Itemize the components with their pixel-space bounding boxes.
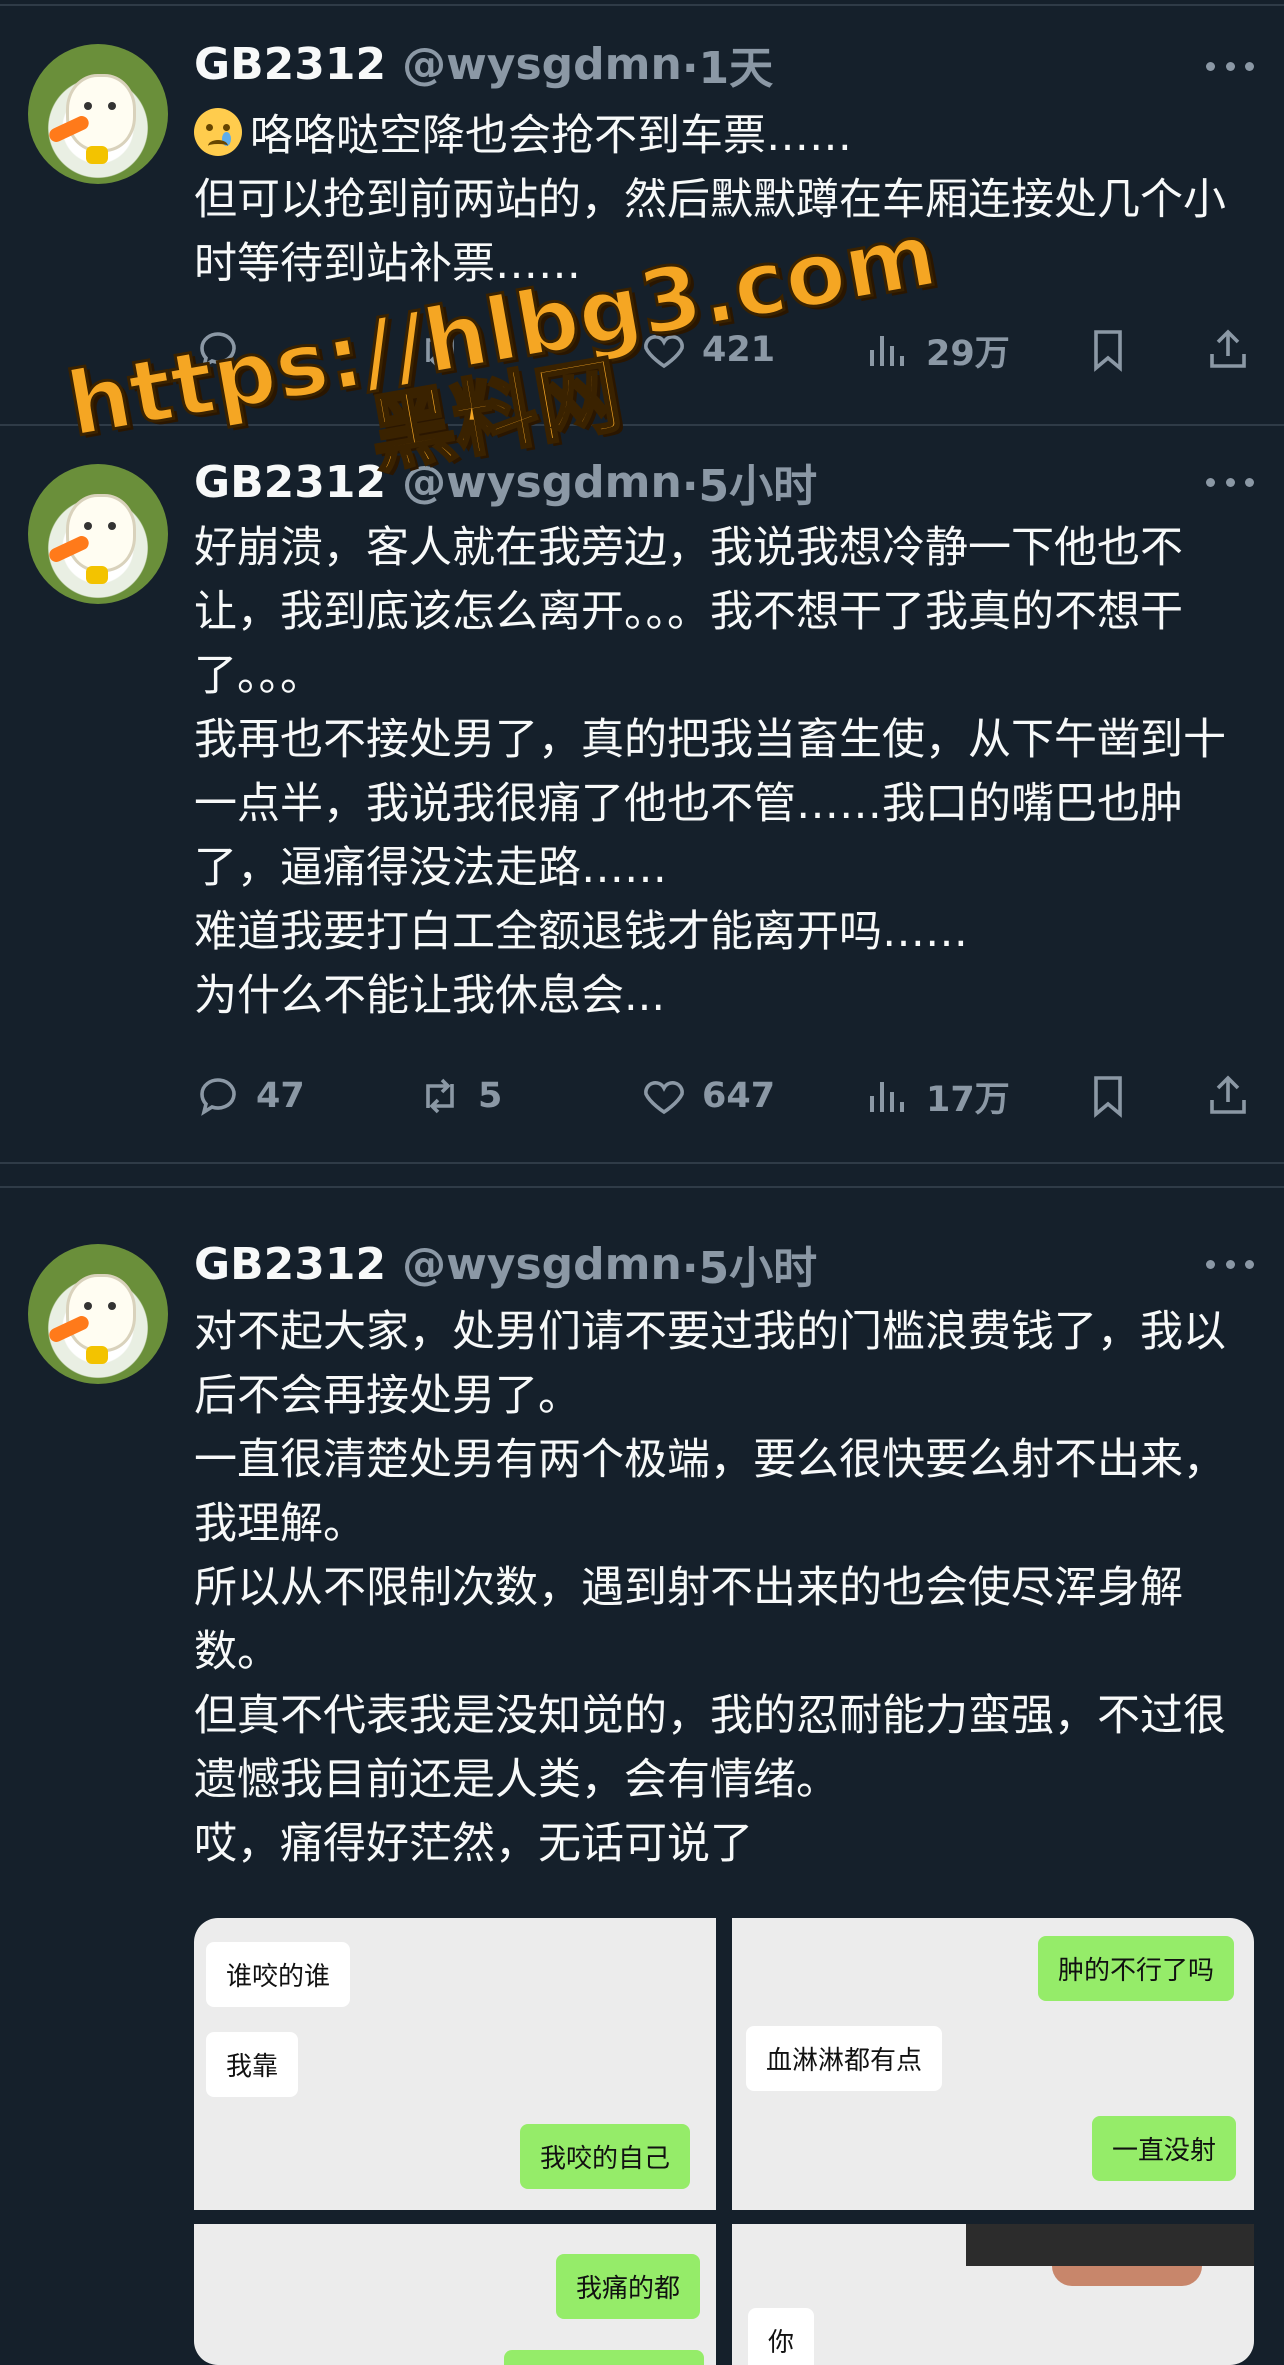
reply-icon	[200, 1078, 236, 1116]
chat-bubble-left: 血淋淋都有点	[746, 2026, 943, 2091]
tweet-line: 所以从不限制次数，遇到射不出来的也会使尽浑身解数。	[194, 1563, 1183, 1677]
timestamp[interactable]: ·5小时	[682, 1232, 817, 1296]
chat-bubble-right: 我咬的自己	[520, 2124, 691, 2189]
tweet-divider	[0, 1162, 1284, 1164]
reply-button[interactable]: 47	[194, 1066, 305, 1126]
user-handle[interactable]: @wysgdmn	[402, 39, 682, 90]
chat-screenshot-2[interactable]: 肿的不行了吗 血淋淋都有点 一直没射	[732, 1918, 1254, 2210]
views-button[interactable]: 17万	[864, 1066, 1010, 1126]
crying-face-emoji-icon	[194, 108, 242, 156]
view-count: 17万	[926, 1079, 1010, 1120]
chat-bubble-right: 肿的不行了吗	[1038, 1936, 1235, 2001]
chat-bubble-left: 我靠	[206, 2032, 299, 2097]
timestamp[interactable]: ·5小时	[682, 450, 817, 514]
display-name[interactable]: GB2312	[194, 457, 386, 508]
tweet-line: 好崩溃，客人就在我旁边，我说我想冷静一下他也不让，我到底该怎么离开。。。我不想干…	[194, 523, 1183, 701]
retweet-count: 5	[478, 1076, 503, 1116]
media-gallery[interactable]: 谁咬的谁 我靠 我咬的自己 肿的不行了吗 血淋淋都有点 一直没射 我痛的都 你	[194, 1918, 1254, 2365]
bookmark-icon	[1094, 1076, 1122, 1118]
more-options-icon[interactable]	[1206, 472, 1254, 492]
like-count: 647	[702, 1076, 776, 1116]
views-button[interactable]: 29万	[864, 320, 1010, 380]
more-options-icon[interactable]	[1206, 56, 1254, 76]
tweet-line: 为什么不能让我休息会...	[194, 971, 666, 1021]
view-count: 29万	[926, 333, 1010, 374]
display-name[interactable]: GB2312	[194, 1239, 386, 1290]
more-options-icon[interactable]	[1206, 1254, 1254, 1274]
display-name[interactable]: GB2312	[194, 39, 386, 90]
chat-screenshot-1[interactable]: 谁咬的谁 我靠 我咬的自己	[194, 1918, 716, 2210]
share-button[interactable]	[1204, 1066, 1252, 1126]
tweet-line: 咯咯哒空降也会抢不到车票……	[250, 111, 852, 161]
analytics-icon	[870, 1082, 904, 1112]
bookmark-button[interactable]	[1084, 1066, 1132, 1126]
share-icon	[1210, 329, 1246, 368]
chat-bubble-left: 你	[748, 2308, 815, 2365]
tweet-line: 哎，痛得好茫然，无话可说了	[194, 1819, 753, 1869]
user-handle[interactable]: @wysgdmn	[402, 1239, 682, 1290]
tweet-header: GB2312 @wysgdmn ·5小时	[194, 1236, 817, 1295]
retweet-icon	[426, 1078, 454, 1114]
tweet-actions: 47 5 647 17万	[194, 1066, 1264, 1126]
tweet-text: 好崩溃，客人就在我旁边，我说我想冷静一下他也不让，我到底该怎么离开。。。我不想干…	[194, 516, 1260, 1028]
heart-icon	[644, 1081, 684, 1115]
tweet-line: 我再也不接处男了，真的把我当畜生使，从下午凿到十一点半，我说我很痛了他也不管………	[194, 715, 1226, 893]
share-icon	[1210, 1075, 1246, 1114]
chat-screenshot-3[interactable]: 我痛的都	[194, 2224, 716, 2365]
tweet-line: 但真不代表我是没知觉的，我的忍耐能力蛮强，不过很遗憾我目前还是人类，会有情绪。	[194, 1691, 1226, 1805]
tweet-line: 难道我要打白工全额退钱才能离开吗……	[194, 907, 968, 957]
bookmark-button[interactable]	[1084, 320, 1132, 380]
tweet-2[interactable]: GB2312 @wysgdmn ·5小时 好崩溃，客人就在我旁边，我说我想冷静一…	[0, 426, 1284, 1160]
tweet-text: 对不起大家，处男们请不要过我的门槛浪费钱了，我以后不会再接处男了。 一直很清楚处…	[194, 1300, 1260, 1876]
tweet-header: GB2312 @wysgdmn ·1天	[194, 36, 773, 95]
chat-bubble-right: 我痛的都	[556, 2254, 701, 2319]
bookmark-icon	[1094, 330, 1122, 372]
share-button[interactable]	[1204, 320, 1252, 380]
avatar[interactable]	[28, 464, 168, 604]
tweet-line: 对不起大家，处男们请不要过我的门槛浪费钱了，我以后不会再接处男了。	[194, 1307, 1226, 1421]
chat-bubble-right: 一直没射	[1092, 2116, 1237, 2181]
avatar[interactable]	[28, 44, 168, 184]
reply-count: 47	[256, 1076, 305, 1116]
analytics-icon	[870, 336, 904, 366]
avatar[interactable]	[28, 1244, 168, 1384]
like-button[interactable]: 647	[640, 1066, 775, 1126]
chat-screenshot-4[interactable]: 你	[732, 2224, 1254, 2365]
chat-bubble-left: 谁咬的谁	[206, 1942, 351, 2007]
tweet-line: 一直很清楚处男有两个极端，要么很快要么射不出来，我理解。	[194, 1435, 1226, 1549]
retweet-button[interactable]: 5	[416, 1066, 502, 1126]
timestamp[interactable]: ·1天	[682, 32, 773, 96]
